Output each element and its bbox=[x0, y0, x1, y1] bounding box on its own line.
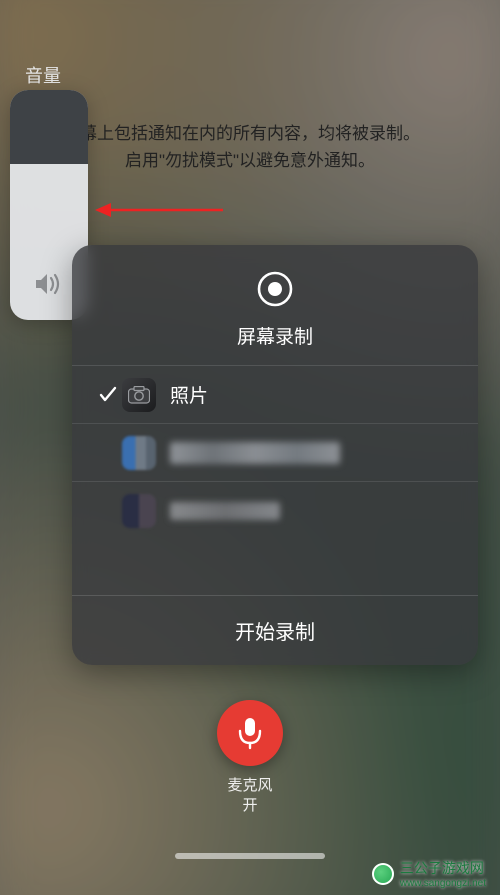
blurred-app-label bbox=[170, 442, 340, 464]
speaker-icon bbox=[34, 271, 64, 302]
microphone-icon bbox=[236, 716, 264, 750]
start-recording-label: 开始录制 bbox=[235, 616, 315, 645]
watermark-brand: 三公子游戏网 bbox=[400, 858, 486, 878]
sheet-header: 屏幕录制 bbox=[72, 245, 478, 365]
check-icon bbox=[94, 386, 122, 404]
source-watermark: 三公子游戏网 www.sangongzi.net bbox=[372, 858, 486, 889]
destination-label: 照片 bbox=[170, 381, 208, 408]
destination-row-app2[interactable] bbox=[72, 424, 478, 482]
microphone-toggle-button[interactable] bbox=[217, 700, 283, 766]
destination-row-app3[interactable] bbox=[72, 482, 478, 540]
microphone-label: 麦克风 开 bbox=[227, 776, 272, 817]
blurred-app-icon bbox=[122, 436, 156, 470]
sheet-title: 屏幕录制 bbox=[72, 322, 478, 349]
microphone-control: 麦克风 开 bbox=[217, 700, 283, 817]
blurred-app-icon bbox=[122, 494, 156, 528]
instruction-line-1: 幕上包括通知在内的所有内容，均将被录制。 bbox=[40, 120, 460, 147]
blurred-app-label bbox=[170, 502, 280, 520]
watermark-logo-icon bbox=[372, 863, 394, 885]
volume-empty-portion bbox=[10, 90, 88, 164]
destination-list: 照片 bbox=[72, 366, 478, 595]
photos-app-icon bbox=[122, 378, 156, 412]
record-icon bbox=[255, 269, 295, 309]
volume-label: 音量 bbox=[25, 62, 61, 88]
destination-row-photos[interactable]: 照片 bbox=[72, 366, 478, 424]
watermark-url: www.sangongzi.net bbox=[400, 878, 486, 889]
start-recording-button[interactable]: 开始录制 bbox=[72, 595, 478, 665]
screen-recording-sheet: 屏幕录制 照片 开始录 bbox=[72, 245, 478, 665]
instruction-line-2: 启用"勿扰模式"以避免意外通知。 bbox=[40, 147, 460, 174]
home-indicator[interactable] bbox=[175, 853, 325, 859]
